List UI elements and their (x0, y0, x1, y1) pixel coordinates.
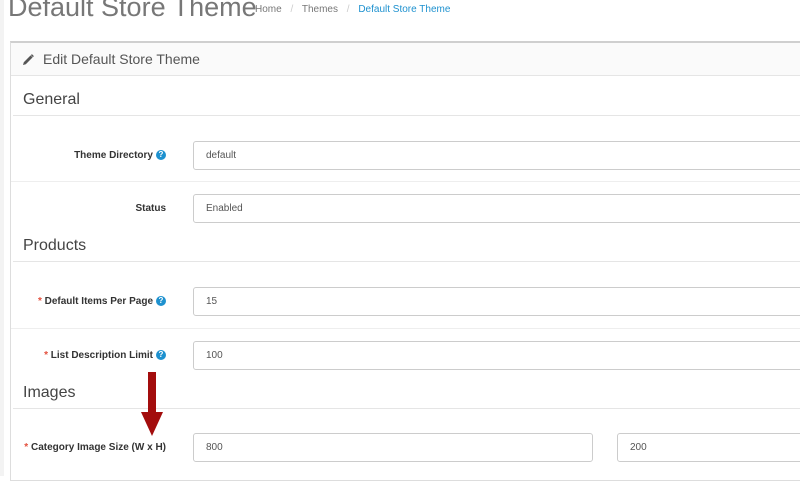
breadcrumb-themes[interactable]: Themes (302, 4, 338, 15)
section-title-products: Products (23, 237, 87, 254)
items-per-page-input[interactable]: 15 (193, 287, 800, 316)
question-circle-icon[interactable]: ? (156, 296, 166, 306)
required-marker: * (37, 296, 42, 307)
required-marker: * (44, 350, 48, 361)
required-marker: * (24, 442, 29, 453)
breadcrumb-home[interactable]: Home (255, 4, 282, 15)
left-edge-strip (0, 0, 4, 476)
row-divider (11, 328, 800, 329)
status-label: Status (135, 203, 166, 214)
red-down-arrow-icon (141, 372, 163, 441)
edit-theme-panel: Edit Default Store Theme General Theme D… (10, 41, 800, 481)
pencil-icon (22, 53, 34, 71)
question-circle-icon[interactable]: ? (156, 150, 166, 160)
section-divider (13, 115, 800, 116)
question-circle-icon[interactable]: ? (156, 350, 166, 360)
breadcrumb-separator: / (290, 4, 294, 15)
category-image-size-label: * Category Image Size (W x H) (11, 442, 166, 453)
section-divider (13, 408, 800, 409)
category-image-size-label-text: Category Image Size (W x H) (30, 442, 166, 453)
section-title-general: General (23, 91, 80, 108)
page-title: Default Store Theme (8, 0, 257, 22)
breadcrumb: Home / Themes / Default Store Theme (255, 4, 450, 15)
description-limit-input[interactable]: 100 (193, 341, 800, 370)
category-image-width-input[interactable]: 800 (193, 433, 593, 462)
breadcrumb-current[interactable]: Default Store Theme (358, 4, 450, 15)
theme-directory-input[interactable]: default (193, 141, 800, 170)
panel-title: Edit Default Store Theme (43, 51, 200, 67)
section-divider (13, 261, 800, 262)
theme-directory-label: Theme Directory? (11, 150, 166, 161)
description-limit-label: * List Description Limit? (11, 350, 166, 361)
items-per-page-label-text: Default Items Per Page (44, 296, 153, 307)
description-limit-label-text: List Description Limit (50, 350, 153, 361)
items-per-page-label: * Default Items Per Page? (11, 296, 166, 307)
panel-heading: Edit Default Store Theme (11, 43, 800, 76)
category-image-height-input[interactable]: 200 (617, 433, 800, 462)
status-select[interactable]: Enabled (193, 194, 800, 223)
section-title-images: Images (23, 384, 76, 401)
theme-directory-label-text: Theme Directory (74, 150, 153, 161)
breadcrumb-separator: / (346, 4, 350, 15)
row-divider (11, 181, 800, 182)
